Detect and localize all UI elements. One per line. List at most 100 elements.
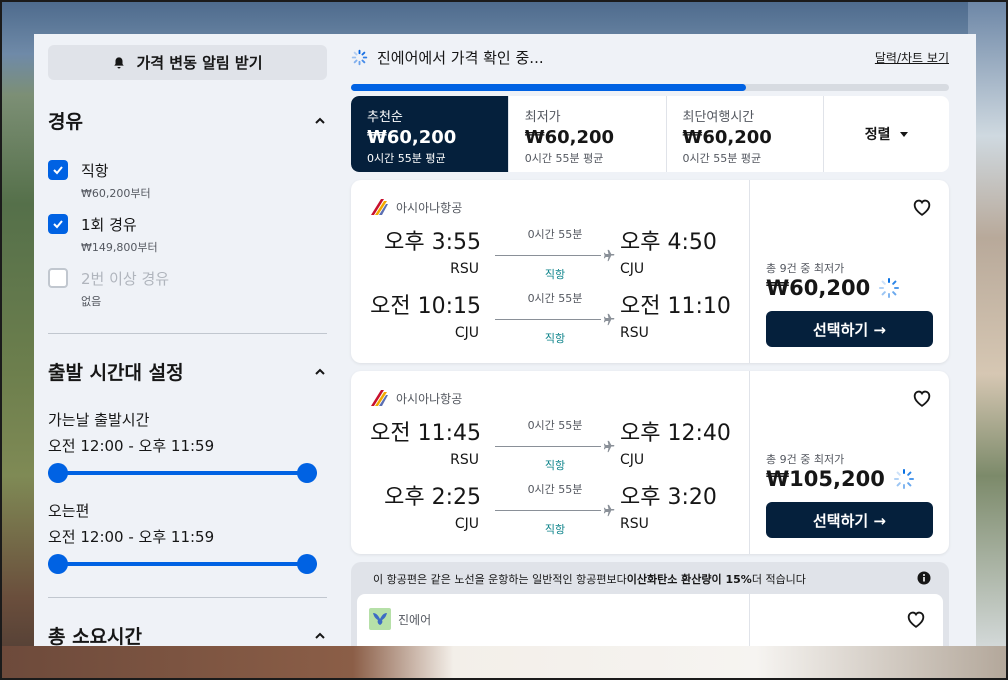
stops-option-sub: 없음 [81, 295, 102, 308]
outbound-leg: 오후 3:55 RSU 0시간 55분 직항 오후 4:50 CJU [369, 224, 731, 288]
route-line-bar [495, 446, 601, 447]
result-card[interactable]: 진에어 [357, 594, 943, 646]
sort-tab-price: ₩60,200 [682, 127, 772, 148]
arrival-time: 오후 3:20 [620, 485, 717, 510]
outbound-time-title: 가는날 출발시간 [48, 411, 150, 429]
slider-min-handle[interactable] [48, 463, 68, 483]
tab-recommended[interactable]: 추천순 ₩60,200 0시간 55분 평균 [351, 96, 509, 172]
route-line [495, 248, 615, 264]
return-leg: 오후 2:25 CJU 0시간 55분 직항 오후 3:20 RSU [369, 479, 731, 543]
calendar-chart-link[interactable]: 달력/차트 보기 [875, 49, 949, 66]
route-line [495, 312, 615, 328]
chevron-up-icon[interactable] [313, 629, 327, 643]
time-filter-header[interactable]: 출발 시간대 설정 [48, 358, 327, 385]
select-button[interactable]: 선택하기 → [766, 311, 933, 347]
price-value: ₩105,200 [766, 467, 885, 491]
duration-filter-title: 총 소요시간 [48, 626, 143, 646]
asiana-logo-icon [371, 390, 388, 406]
departure-time: 오전 10:15 [370, 294, 481, 319]
tab-fastest[interactable]: 최단여행시간 ₩60,200 0시간 55분 평균 [667, 96, 825, 172]
flight-duration: 0시간 55분 [527, 228, 583, 241]
departure-airport: CJU [454, 325, 479, 341]
stops-filter-title: 경유 [48, 111, 83, 133]
price-row: ₩105,200 [766, 467, 915, 491]
duration-filter-header[interactable]: 총 소요시간 [48, 622, 327, 646]
airline-name: 진에어 [398, 612, 432, 627]
price-note: 총 9건 중 최저가 [766, 453, 845, 466]
stops-options: 직항 ₩60,200부터 1회 경유 ₩149,800부터 2번 이상 경유 없… [48, 160, 327, 309]
check-icon [53, 220, 63, 229]
route-line-bar [495, 510, 601, 511]
outbound-time-slider[interactable] [48, 462, 317, 484]
departure: 오전 11:45 RSU [369, 415, 481, 468]
airline-name: 아시아나항공 [396, 200, 463, 215]
return-leg: 오전 10:15 CJU 0시간 55분 직항 오전 11:10 RSU [369, 288, 731, 352]
stops-option-label: 2번 이상 경유 [81, 270, 170, 288]
departure: 오후 2:25 CJU [369, 479, 481, 532]
arrival-time: 오전 11:10 [620, 294, 731, 319]
price-alert-button[interactable]: 가격 변동 알림 받기 [48, 45, 327, 80]
checkbox-one-stop[interactable] [48, 214, 68, 234]
departure-time: 오후 3:55 [384, 230, 481, 255]
result-legs: 진에어 [357, 594, 750, 646]
bell-icon [114, 56, 125, 68]
price-note: 총 9건 중 최저가 [766, 262, 845, 275]
sort-tab-price: ₩60,200 [524, 127, 615, 148]
result-card[interactable]: 아시아나항공 오전 11:45 RSU 0시간 55분 직항 오후 12:40 … [351, 371, 949, 554]
chevron-up-icon[interactable] [313, 114, 327, 128]
price-row: ₩60,200 [766, 276, 900, 300]
checkbox-direct[interactable] [48, 160, 68, 180]
result-legs: 아시아나항공 오후 3:55 RSU 0시간 55분 직항 오후 4:50 CJ… [351, 180, 750, 363]
airline-row: 진에어 [369, 608, 737, 630]
result-card[interactable]: 아시아나항공 오후 3:55 RSU 0시간 55분 직항 오후 4:50 CJ… [351, 180, 949, 363]
heart-icon[interactable] [905, 608, 927, 630]
stops-option-label: 1회 경유 [81, 216, 137, 234]
stops-label: 직항 [544, 459, 566, 472]
stops-option-one-stop[interactable]: 1회 경유 ₩149,800부터 [48, 214, 327, 255]
select-button[interactable]: 선택하기 → [766, 502, 933, 538]
price-value: ₩60,200 [766, 276, 871, 300]
stops-filter-header[interactable]: 경유 [48, 107, 327, 134]
stops-label: 직항 [544, 332, 566, 345]
arrival: 오후 3:20 RSU [620, 479, 760, 532]
sort-dropdown[interactable]: 정렬 [824, 96, 949, 172]
heart-icon[interactable] [911, 196, 933, 218]
leg-duration: 0시간 55분 직항 [495, 481, 615, 537]
arrival: 오후 4:50 CJU [620, 224, 760, 277]
price-alert-label: 가격 변동 알림 받기 [136, 54, 263, 72]
info-icon[interactable] [917, 571, 931, 585]
departure-airport: RSU [450, 261, 479, 277]
flight-duration: 0시간 55분 [527, 419, 583, 432]
caret-down-icon [899, 132, 908, 137]
arrival-time: 오후 4:50 [620, 230, 717, 255]
arrival-airport: RSU [620, 516, 649, 532]
return-time-slider[interactable] [48, 553, 317, 575]
airline-row: 아시아나항공 [369, 196, 731, 218]
stops-option-direct[interactable]: 직항 ₩60,200부터 [48, 160, 327, 201]
arrival-airport: CJU [620, 261, 645, 277]
sort-dropdown-label: 정렬 [864, 127, 891, 143]
slider-max-handle[interactable] [297, 554, 317, 574]
sort-tab-duration: 0시간 55분 평균 [367, 152, 446, 165]
flight-results-panel: 가격 변동 알림 받기 경유 직항 ₩60,200부터 1회 경유 ₩149,8… [34, 34, 976, 646]
sort-tab-label: 최단여행시간 [682, 110, 755, 125]
departure: 오후 3:55 RSU [369, 224, 481, 277]
tab-cheapest[interactable]: 최저가 ₩60,200 0시간 55분 평균 [509, 96, 667, 172]
leg-duration: 0시간 55분 직항 [495, 290, 615, 346]
return-time-slider-group: 오는편 오전 12:00 - 오후 11:59 [48, 500, 327, 575]
chevron-up-icon[interactable] [313, 365, 327, 379]
arrival: 오전 11:10 RSU [620, 288, 760, 341]
result-legs: 아시아나항공 오전 11:45 RSU 0시간 55분 직항 오후 12:40 … [351, 371, 750, 554]
eco-notice: 이 항공편은 같은 노선을 운항하는 일반적인 항공편보다 이산화탄소 환산량이… [357, 568, 943, 588]
stops-option-label: 직항 [81, 162, 109, 180]
outbound-time-slider-group: 가는날 출발시간 오전 12:00 - 오후 11:59 [48, 409, 327, 484]
slider-min-handle[interactable] [48, 554, 68, 574]
divider [48, 597, 327, 598]
heart-icon[interactable] [911, 387, 933, 409]
plane-icon [603, 504, 615, 517]
sort-tab-label: 최저가 [524, 110, 561, 125]
outbound-leg: 오전 11:45 RSU 0시간 55분 직항 오후 12:40 CJU [369, 415, 731, 479]
route-line-bar [495, 255, 601, 256]
slider-max-handle[interactable] [297, 463, 317, 483]
leg-duration: 0시간 55분 직항 [495, 226, 615, 282]
